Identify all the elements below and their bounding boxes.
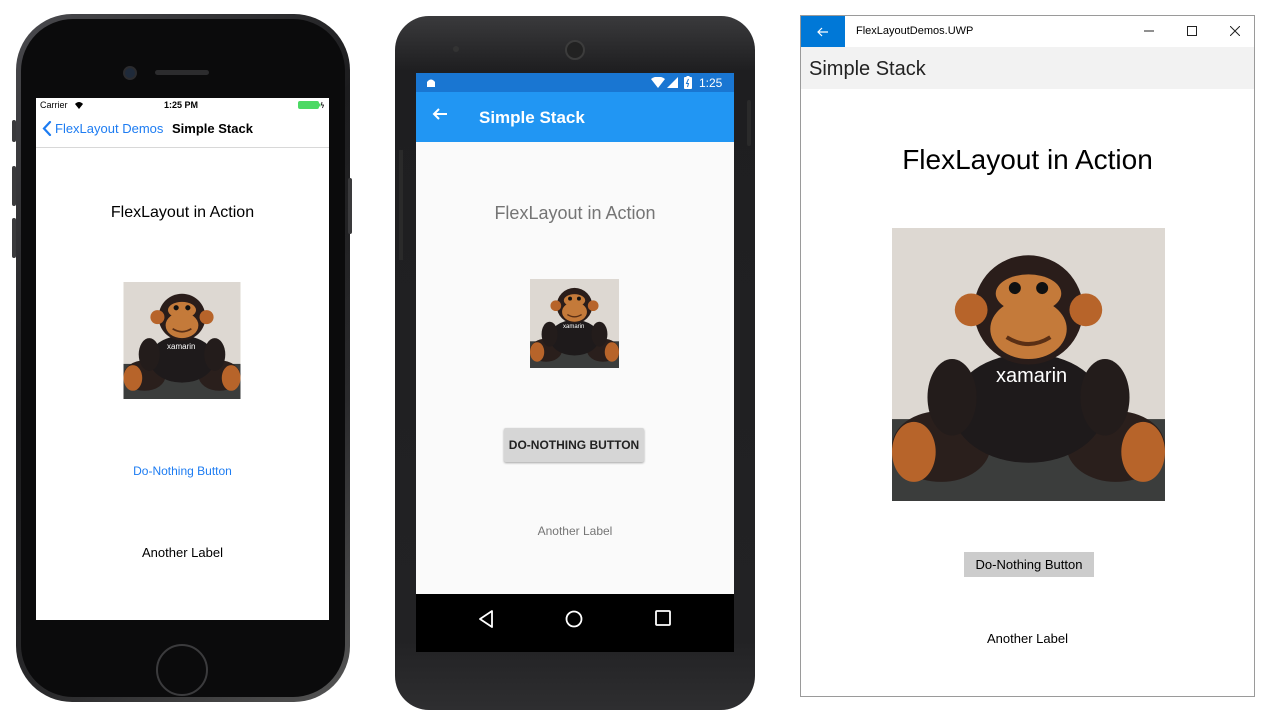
wifi-icon	[75, 102, 83, 109]
another-label: Another Label	[537, 524, 613, 538]
page-title: Simple Stack	[809, 58, 926, 80]
close-button[interactable]	[1220, 20, 1250, 42]
front-camera	[123, 66, 137, 80]
volume-button[interactable]	[399, 150, 403, 260]
monkey-image: xamarin	[530, 279, 619, 368]
status-time: 1:25 PM	[164, 100, 199, 110]
android-status-bar: 1:25	[416, 73, 734, 92]
monkey-image: xamarin	[892, 228, 1165, 501]
volume-down-button[interactable]	[12, 218, 16, 258]
back-button[interactable]	[432, 106, 448, 127]
ios-status-bar: Carrier 1:25 PM	[36, 98, 329, 112]
arrow-left-icon	[432, 108, 447, 120]
shirt-logo-text: xamarin	[167, 342, 196, 351]
do-nothing-button[interactable]: DO-NOTHING BUTTON	[504, 428, 644, 462]
carrier-text: Carrier	[40, 100, 68, 110]
heading-label: FlexLayout in Action	[494, 203, 656, 223]
maximize-icon	[1187, 26, 1197, 36]
maximize-button[interactable]	[1177, 20, 1207, 42]
minimize-button[interactable]	[1134, 20, 1164, 42]
heading-label: FlexLayout in Action	[110, 204, 255, 221]
shirt-logo-text: xamarin	[996, 365, 1068, 387]
nav-recents-icon[interactable]	[655, 610, 671, 626]
nav-back-icon[interactable]	[478, 610, 494, 628]
minimize-icon	[1144, 30, 1154, 32]
page-header: Simple Stack	[801, 47, 1254, 89]
title-bar: FlexLayoutDemos.UWP	[801, 16, 1254, 47]
window-title: FlexLayoutDemos.UWP	[856, 25, 974, 37]
do-nothing-button[interactable]: Do-Nothing Button	[964, 552, 1094, 577]
android-device: 1:25 Simple Stack FlexLayout in Action x…	[395, 16, 755, 710]
ios-navigation-bar: FlexLayout Demos Simple Stack	[36, 112, 329, 148]
front-camera	[565, 40, 585, 60]
battery-icon	[298, 101, 324, 109]
wifi-icon	[651, 77, 665, 88]
earpiece-speaker	[155, 70, 209, 75]
power-button[interactable]	[747, 100, 751, 146]
back-button[interactable]	[801, 16, 845, 47]
another-label: Another Label	[142, 545, 223, 560]
uwp-window: FlexLayoutDemos.UWP Simple Stack FlexLay…	[800, 15, 1255, 697]
battery-icon	[684, 76, 692, 89]
close-icon	[1229, 25, 1241, 37]
android-debug-icon	[427, 79, 435, 87]
back-button-label: FlexLayout Demos	[55, 121, 164, 136]
power-button[interactable]	[348, 178, 352, 234]
page-title: Simple Stack	[172, 121, 253, 136]
android-app-bar: Simple Stack	[416, 92, 734, 142]
mute-switch[interactable]	[12, 120, 16, 142]
nav-home-icon[interactable]	[565, 610, 583, 628]
back-button[interactable]: FlexLayout Demos	[42, 121, 163, 136]
page-title: Simple Stack	[479, 108, 585, 127]
home-button[interactable]	[156, 644, 208, 696]
android-navigation-bar	[416, 594, 734, 652]
monkey-photo	[123, 282, 241, 399]
android-screen: 1:25 Simple Stack FlexLayout in Action x…	[416, 73, 734, 652]
sensor-dot	[453, 46, 459, 52]
ios-screen: Carrier 1:25 PM FlexLayout Demos Simple …	[36, 98, 329, 620]
shirt-logo-text: xamarin	[563, 324, 585, 330]
status-time: 1:25	[699, 76, 723, 90]
chevron-left-icon	[42, 121, 52, 136]
another-label: Another Label	[987, 631, 1068, 646]
heading-label: FlexLayout in Action	[902, 144, 1153, 175]
signal-icon	[667, 77, 678, 88]
volume-up-button[interactable]	[12, 166, 16, 206]
do-nothing-button[interactable]: Do-Nothing Button	[36, 464, 329, 478]
arrow-left-icon	[817, 27, 828, 37]
monkey-image: xamarin	[123, 282, 241, 399]
